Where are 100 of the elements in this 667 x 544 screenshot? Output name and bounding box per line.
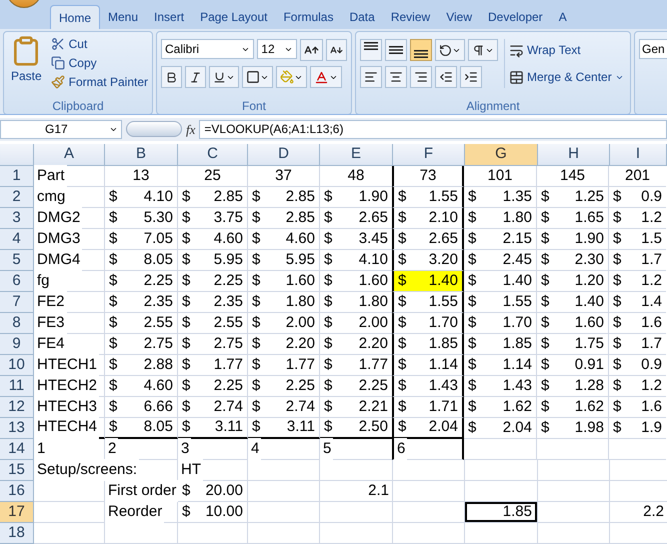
ribbon-tab[interactable]: Menu bbox=[100, 5, 146, 30]
orientation-button[interactable] bbox=[435, 39, 465, 62]
table-cell-text: $ 4.60 bbox=[181, 229, 244, 249]
decrease-indent-button[interactable] bbox=[435, 66, 457, 88]
ribbon-tab[interactable]: Home bbox=[50, 5, 100, 30]
row-header[interactable]: 8 bbox=[0, 313, 34, 334]
align-left-button[interactable] bbox=[360, 66, 382, 88]
table-cell-text: 2.1 bbox=[367, 481, 390, 501]
column-header[interactable]: I bbox=[610, 144, 667, 166]
table-cell-text: $ 20.00 bbox=[181, 481, 244, 501]
column-header[interactable]: C bbox=[178, 144, 248, 166]
row-header[interactable]: 18 bbox=[0, 523, 34, 544]
ribbon-tab[interactable]: Developer bbox=[480, 5, 551, 30]
table-cell-text: $ 2.55 bbox=[181, 313, 244, 333]
grow-font-button[interactable] bbox=[300, 39, 323, 62]
empty-cell bbox=[538, 481, 610, 502]
table-cell-text: $ 1.60 bbox=[540, 313, 605, 333]
ribbon-tab[interactable]: View bbox=[438, 5, 480, 30]
table-cell-text: $ 0.91 bbox=[540, 355, 605, 375]
row-header[interactable]: 17 bbox=[0, 502, 34, 523]
column-header[interactable]: E bbox=[320, 144, 393, 166]
number-format-field[interactable]: Gen bbox=[639, 39, 667, 60]
table-cell-text: $ 1.5 bbox=[612, 229, 663, 249]
bold-button[interactable] bbox=[161, 66, 182, 88]
bold-icon bbox=[165, 70, 178, 84]
cell-text: 48 bbox=[348, 166, 364, 186]
font-name-field[interactable]: Calibri bbox=[161, 39, 254, 60]
row-header[interactable]: 11 bbox=[0, 376, 34, 397]
table-cell-text: $ 1.80 bbox=[251, 292, 316, 312]
row-header[interactable]: 14 bbox=[0, 439, 34, 460]
ribbon-tab[interactable]: Data bbox=[341, 5, 383, 30]
row-header[interactable]: 7 bbox=[0, 292, 34, 313]
table-cell-text: $ 2.25 bbox=[181, 271, 244, 291]
text-direction-button[interactable] bbox=[468, 39, 498, 62]
borders-button[interactable] bbox=[242, 66, 273, 88]
table-cell-text: $ 4.60 bbox=[108, 376, 174, 396]
vertical-align-button[interactable] bbox=[360, 39, 382, 62]
row-header[interactable]: 10 bbox=[0, 355, 34, 376]
table-cell-text: $ 1.7 bbox=[612, 334, 663, 354]
table-cell-text: $ 1.90 bbox=[540, 229, 605, 249]
column-header[interactable]: H bbox=[538, 144, 610, 166]
row-header[interactable]: 13 bbox=[0, 418, 34, 439]
merge-center-button[interactable]: Merge & Center bbox=[509, 66, 624, 88]
table-cell-text: $ 1.2 bbox=[612, 208, 663, 228]
row-header[interactable]: 5 bbox=[0, 250, 34, 271]
row-header[interactable]: 2 bbox=[0, 187, 34, 208]
row-header[interactable]: 15 bbox=[0, 460, 34, 481]
ribbon-tab[interactable]: Review bbox=[382, 5, 438, 30]
ribbon-tab[interactable]: Page Layout bbox=[192, 5, 276, 30]
ribbon-tab[interactable]: Insert bbox=[146, 5, 192, 30]
row-header[interactable]: 1 bbox=[0, 166, 34, 187]
table-cell-text: $ 1.43 bbox=[397, 376, 459, 396]
name-box[interactable]: G17 bbox=[0, 120, 122, 139]
wrap-text-button[interactable]: Wrap Text bbox=[509, 39, 624, 62]
empty-cell bbox=[538, 460, 610, 481]
table-cell-text: $ 2.65 bbox=[397, 229, 459, 249]
row-header[interactable]: 16 bbox=[0, 481, 34, 502]
align-right-button[interactable] bbox=[410, 66, 432, 88]
shrink-font-button[interactable] bbox=[326, 39, 347, 62]
cell-text: 73 bbox=[420, 166, 436, 186]
column-header[interactable]: G bbox=[465, 144, 538, 166]
column-header[interactable]: B bbox=[105, 144, 178, 166]
table-cell-text: $ 1.6 bbox=[612, 313, 663, 333]
table-cell-text: $ 2.75 bbox=[108, 334, 174, 354]
increase-indent-icon bbox=[464, 70, 478, 84]
row-header[interactable]: 4 bbox=[0, 229, 34, 250]
table-cell-text: $ 1.85 bbox=[397, 334, 459, 354]
increase-indent-button[interactable] bbox=[460, 66, 482, 88]
rotate-icon bbox=[439, 44, 452, 57]
row-header[interactable]: 9 bbox=[0, 334, 34, 355]
column-header[interactable]: D bbox=[248, 144, 320, 166]
vertical-align-button[interactable] bbox=[385, 39, 407, 62]
copy-button[interactable]: Copy bbox=[50, 54, 148, 72]
function-label[interactable]: fx bbox=[186, 120, 196, 140]
cut-button[interactable]: Cut bbox=[50, 35, 148, 54]
cell-text: HT bbox=[178, 458, 203, 482]
table-cell-text: $ 1.20 bbox=[540, 271, 605, 291]
align-center-button[interactable] bbox=[385, 66, 407, 88]
ribbon-tab[interactable]: Formulas bbox=[275, 5, 342, 30]
cell-text: 6 bbox=[394, 438, 408, 460]
font-color-button[interactable] bbox=[310, 66, 342, 88]
formula-divider-handle[interactable] bbox=[126, 121, 182, 138]
table-cell-text: $ 1.2 bbox=[612, 376, 663, 396]
paste-button[interactable]: Paste bbox=[8, 35, 45, 92]
ribbon-tab[interactable]: A bbox=[550, 5, 575, 30]
table-cell-text: $ 1.75 bbox=[540, 334, 605, 354]
vertical-align-button[interactable] bbox=[410, 39, 432, 62]
italic-button[interactable] bbox=[185, 66, 206, 88]
row-header[interactable]: 3 bbox=[0, 208, 34, 229]
row-header[interactable]: 12 bbox=[0, 397, 34, 418]
font-size-field[interactable]: 12 bbox=[257, 39, 297, 60]
formula-field[interactable]: =VLOOKUP(A6;A1:L13;6) bbox=[199, 120, 667, 139]
underline-button[interactable] bbox=[209, 66, 239, 88]
decrease-indent-icon bbox=[439, 70, 453, 84]
cell-text: 4 bbox=[248, 438, 262, 460]
row-header[interactable]: 6 bbox=[0, 271, 34, 292]
paintbrush-icon bbox=[50, 75, 65, 90]
fill-color-button[interactable] bbox=[276, 66, 307, 88]
format-painter-button[interactable]: Format Painter bbox=[50, 73, 148, 92]
table-cell-text: $ 2.00 bbox=[323, 313, 389, 333]
